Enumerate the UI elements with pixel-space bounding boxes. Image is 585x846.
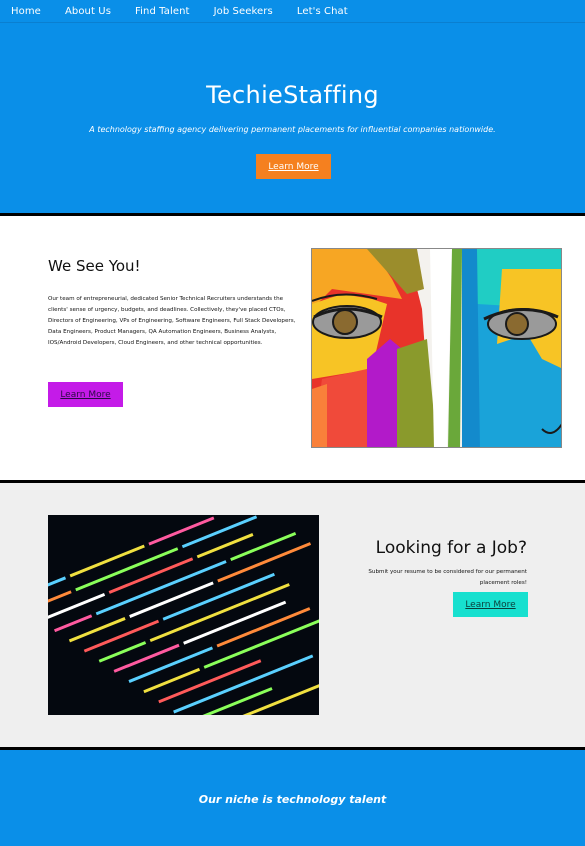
looking-for-job-section: Looking for a Job? Submit your resume to… — [0, 483, 585, 747]
nav-lets-chat[interactable]: Let's Chat — [297, 6, 348, 17]
section-title: We See You! — [48, 257, 141, 275]
footer-section: Our niche is technology talent — [0, 750, 585, 846]
hero-subtitle: A technology staffing agency delivering … — [89, 125, 496, 134]
section-title: Looking for a Job? — [375, 538, 527, 558]
nav-job-seekers[interactable]: Job Seekers — [214, 6, 273, 17]
top-nav: Home About Us Find Talent Job Seekers Le… — [0, 0, 585, 22]
nav-about-us[interactable]: About Us — [65, 6, 111, 17]
code-lines-graphic — [48, 515, 319, 715]
job-seekers-learn-more-button[interactable]: Learn More — [453, 592, 528, 617]
hero-title: TechieStaffing — [206, 81, 379, 109]
section-body: Our team of entrepreneurial, dedicated S… — [48, 296, 296, 346]
eyes-illustration — [312, 249, 561, 447]
hero-section: TechieStaffing A technology staffing age… — [0, 22, 585, 213]
hero-learn-more-button[interactable]: Learn More — [256, 154, 331, 179]
nav-find-talent[interactable]: Find Talent — [135, 6, 190, 17]
we-see-you-learn-more-button[interactable]: Learn More — [48, 382, 123, 407]
code-screen-image — [48, 515, 319, 715]
colorful-eyes-artwork — [311, 248, 562, 448]
nav-home[interactable]: Home — [11, 6, 41, 17]
section-body: Submit your resume to be considered for … — [368, 569, 527, 586]
footer-tagline: Our niche is technology talent — [198, 793, 387, 806]
we-see-you-section: We See You! Our team of entrepreneurial,… — [0, 216, 585, 480]
